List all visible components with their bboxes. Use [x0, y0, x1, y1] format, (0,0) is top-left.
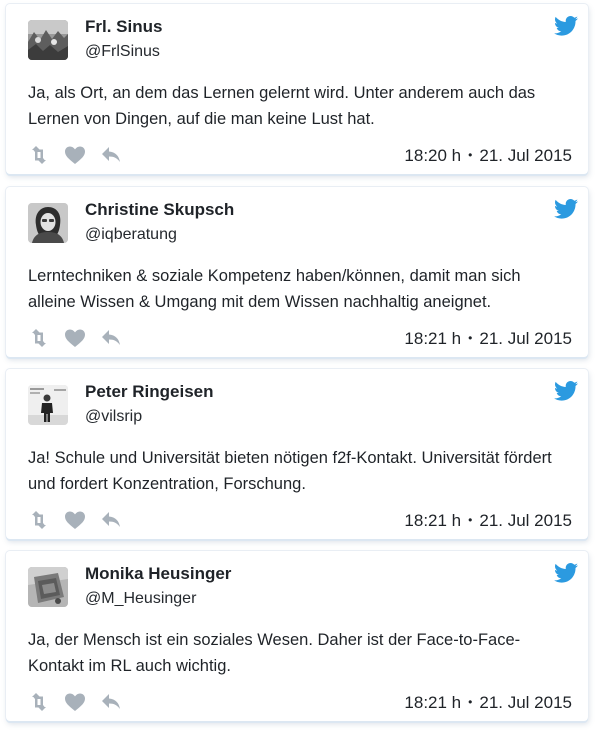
tweet-timestamp[interactable]: 18:21 h • 21. Jul 2015: [404, 329, 572, 349]
twitter-bird-icon[interactable]: [554, 381, 578, 401]
tweet-card[interactable]: Peter Ringeisen @vilsrip Ja! Schule und …: [6, 369, 588, 539]
avatar-figure-photo-icon: [28, 385, 68, 425]
retweet-icon[interactable]: [28, 692, 50, 712]
avatar-crowd-photo-icon: [28, 20, 68, 60]
avatar[interactable]: [28, 203, 68, 243]
avatar[interactable]: [28, 385, 68, 425]
tweet-date: 21. Jul 2015: [479, 693, 572, 712]
tweet-card[interactable]: Christine Skupsch @iqberatung Lerntechni…: [6, 187, 588, 357]
twitter-bird-icon[interactable]: [554, 563, 578, 583]
tweet-timestamp[interactable]: 18:20 h • 21. Jul 2015: [404, 146, 572, 166]
tweet-time: 18:21 h: [404, 693, 462, 712]
tweet-actions: [28, 509, 122, 531]
tweet-actions: [28, 327, 122, 349]
tweet-text: Lerntechniken & soziale Kompetenz haben/…: [28, 267, 521, 311]
tweet-timestamp[interactable]: 18:21 h • 21. Jul 2015: [404, 511, 572, 531]
retweet-icon[interactable]: [28, 510, 50, 530]
author-handle[interactable]: @vilsrip: [85, 408, 142, 426]
avatar[interactable]: [28, 567, 68, 607]
tweet-date: 21. Jul 2015: [479, 329, 572, 348]
tweet-actions: [28, 144, 122, 166]
author-name[interactable]: Monika Heusinger: [85, 564, 231, 584]
tweet-time: 18:20 h: [404, 146, 462, 165]
author-handle[interactable]: @FrlSinus: [85, 43, 160, 61]
twitter-bird-icon[interactable]: [554, 199, 578, 219]
author-handle[interactable]: @M_Heusinger: [85, 590, 196, 608]
twitter-bird-icon[interactable]: [554, 16, 578, 36]
meta-separator: •: [468, 513, 473, 527]
reply-icon[interactable]: [100, 510, 122, 530]
tweet-text: Ja! Schule und Universität bieten nötige…: [28, 449, 552, 493]
reply-icon[interactable]: [100, 328, 122, 348]
tweet-card[interactable]: Monika Heusinger @M_Heusinger Ja, der Me…: [6, 551, 588, 721]
tweet-date: 21. Jul 2015: [479, 146, 572, 165]
tweet-text: Ja, als Ort, an dem das Lernen gelernt w…: [28, 84, 536, 128]
tweet-date: 21. Jul 2015: [479, 511, 572, 530]
author-name[interactable]: Peter Ringeisen: [85, 382, 214, 402]
heart-icon[interactable]: [64, 328, 86, 348]
retweet-icon[interactable]: [28, 328, 50, 348]
author-name[interactable]: Frl. Sinus: [85, 17, 162, 37]
retweet-icon[interactable]: [28, 145, 50, 165]
tweet-feed: Frl. Sinus @FrlSinus Ja, als Ort, an dem…: [0, 0, 611, 743]
author-handle[interactable]: @iqberatung: [85, 226, 177, 244]
tweet-time: 18:21 h: [404, 511, 462, 530]
meta-separator: •: [468, 695, 473, 709]
avatar-portrait-photo-icon: [28, 203, 68, 243]
tweet-actions: [28, 691, 122, 713]
reply-icon[interactable]: [100, 692, 122, 712]
avatar-object-photo-icon: [28, 567, 68, 607]
meta-separator: •: [468, 331, 473, 345]
tweet-text: Ja, der Mensch ist ein soziales Wesen. D…: [28, 631, 521, 675]
tweet-time: 18:21 h: [404, 329, 462, 348]
heart-icon[interactable]: [64, 145, 86, 165]
author-name[interactable]: Christine Skupsch: [85, 200, 234, 220]
heart-icon[interactable]: [64, 510, 86, 530]
heart-icon[interactable]: [64, 692, 86, 712]
tweet-timestamp[interactable]: 18:21 h • 21. Jul 2015: [404, 693, 572, 713]
reply-icon[interactable]: [100, 145, 122, 165]
avatar[interactable]: [28, 20, 68, 60]
meta-separator: •: [468, 148, 473, 162]
tweet-card[interactable]: Frl. Sinus @FrlSinus Ja, als Ort, an dem…: [6, 4, 588, 174]
